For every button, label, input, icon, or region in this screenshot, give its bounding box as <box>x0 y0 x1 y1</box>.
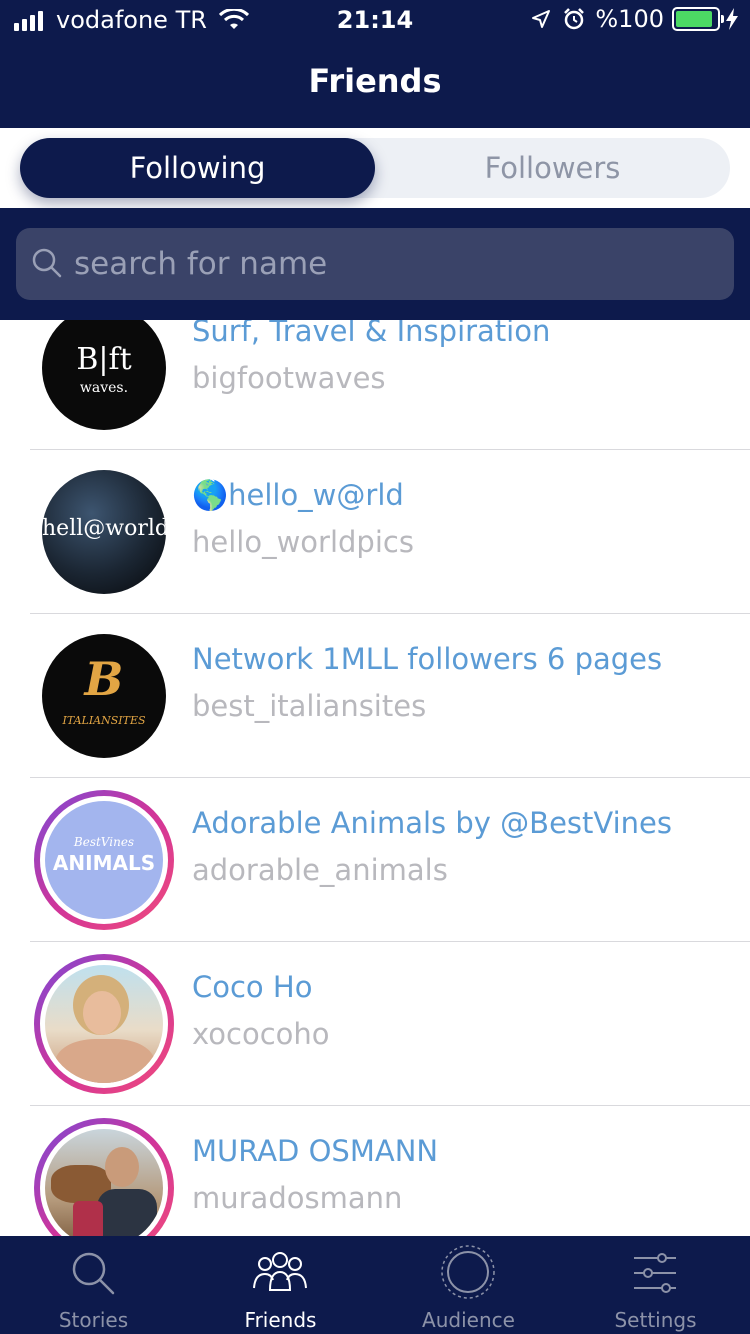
avatar: B|ft waves. <box>42 320 166 430</box>
friend-handle: xococoho <box>192 1017 330 1051</box>
avatar-logo-top: BestVines <box>73 835 135 849</box>
segment-wrap: Following Followers <box>0 128 750 208</box>
circle-icon <box>441 1245 495 1299</box>
tab-label: Audience <box>422 1308 515 1332</box>
tab-label: Stories <box>58 1308 129 1332</box>
tab-followers[interactable]: Followers <box>375 138 730 198</box>
avatar-logo-sub: ITALIANSITES <box>62 714 146 727</box>
friend-handle: bigfootwaves <box>192 361 386 395</box>
status-bar: vodafone TR 21:14 %100 <box>0 0 750 40</box>
search-input[interactable] <box>74 228 714 300</box>
sliders-icon <box>634 1253 676 1293</box>
page-title: Friends <box>308 62 442 100</box>
avatar-logo: B|ft <box>76 342 132 377</box>
avatar: hell@world <box>42 470 166 594</box>
battery-icon <box>672 7 724 31</box>
friend-name: Adorable Animals by @BestVines <box>192 806 672 840</box>
friend-handle: muradosmann <box>192 1181 403 1215</box>
avatar-photo-body <box>55 1039 155 1083</box>
friend-handle: adorable_animals <box>192 853 448 887</box>
tab-bar: Stories Friends Audience Settings <box>0 1236 750 1334</box>
nav-bar: Friends <box>0 40 750 128</box>
avatar-photo-body <box>97 1189 157 1236</box>
list-item[interactable]: B ITALIANSITES Network 1MLL followers 6 … <box>0 614 750 778</box>
friend-name: MURAD OSMANN <box>192 1134 439 1168</box>
friend-name: 🌎hello_w@rld <box>192 478 404 512</box>
search-icon <box>32 248 62 278</box>
avatar-photo-harness <box>73 1201 103 1236</box>
avatar-logo: ANIMALS <box>52 851 156 875</box>
charging-icon <box>726 8 738 30</box>
friend-name: Surf, Travel & Inspiration <box>192 320 551 348</box>
avatar: B ITALIANSITES <box>42 634 166 758</box>
tab-settings[interactable]: Settings <box>562 1236 749 1334</box>
list-item[interactable]: B|ft waves. Surf, Travel & Inspiration b… <box>0 320 750 450</box>
tab-friends[interactable]: Friends <box>187 1236 374 1334</box>
search-bar <box>0 208 750 320</box>
list-item[interactable]: MURAD OSMANN muradosmann <box>0 1106 750 1236</box>
friend-handle: best_italiansites <box>192 689 427 723</box>
tab-label: Friends <box>244 1308 317 1332</box>
avatar-logo: hell@world <box>42 516 166 541</box>
avatar-photo-face <box>83 991 121 1035</box>
avatar-photo-face <box>105 1147 139 1187</box>
tab-stories[interactable]: Stories <box>0 1236 187 1334</box>
avatar: BestVines ANIMALS <box>45 801 163 919</box>
list-item[interactable]: hell@world 🌎hello_w@rld hello_worldpics <box>0 450 750 614</box>
list-item[interactable]: Coco Ho xococoho <box>0 942 750 1106</box>
location-arrow-icon <box>532 10 551 28</box>
avatar <box>45 965 163 1083</box>
friends-list: B|ft waves. Surf, Travel & Inspiration b… <box>0 320 750 1236</box>
list-item[interactable]: BestVines ANIMALS Adorable Animals by @B… <box>0 778 750 942</box>
alarm-icon <box>564 8 585 30</box>
battery-percent: %100 <box>595 5 664 33</box>
people-icon <box>253 1252 307 1291</box>
search-box[interactable] <box>16 228 734 300</box>
tab-following[interactable]: Following <box>20 138 375 198</box>
avatar <box>45 1129 163 1236</box>
avatar-logo-sub: waves. <box>79 380 129 396</box>
tab-label: Settings <box>614 1308 697 1332</box>
friend-name: Coco Ho <box>192 970 313 1004</box>
tab-audience[interactable]: Audience <box>375 1236 562 1334</box>
status-right: %100 <box>531 5 738 33</box>
search-icon <box>72 1252 115 1295</box>
friend-handle: hello_worldpics <box>192 525 414 559</box>
segmented-control: Following Followers <box>20 138 730 198</box>
avatar-logo: B <box>84 652 124 706</box>
friend-name: Network 1MLL followers 6 pages <box>192 642 663 676</box>
